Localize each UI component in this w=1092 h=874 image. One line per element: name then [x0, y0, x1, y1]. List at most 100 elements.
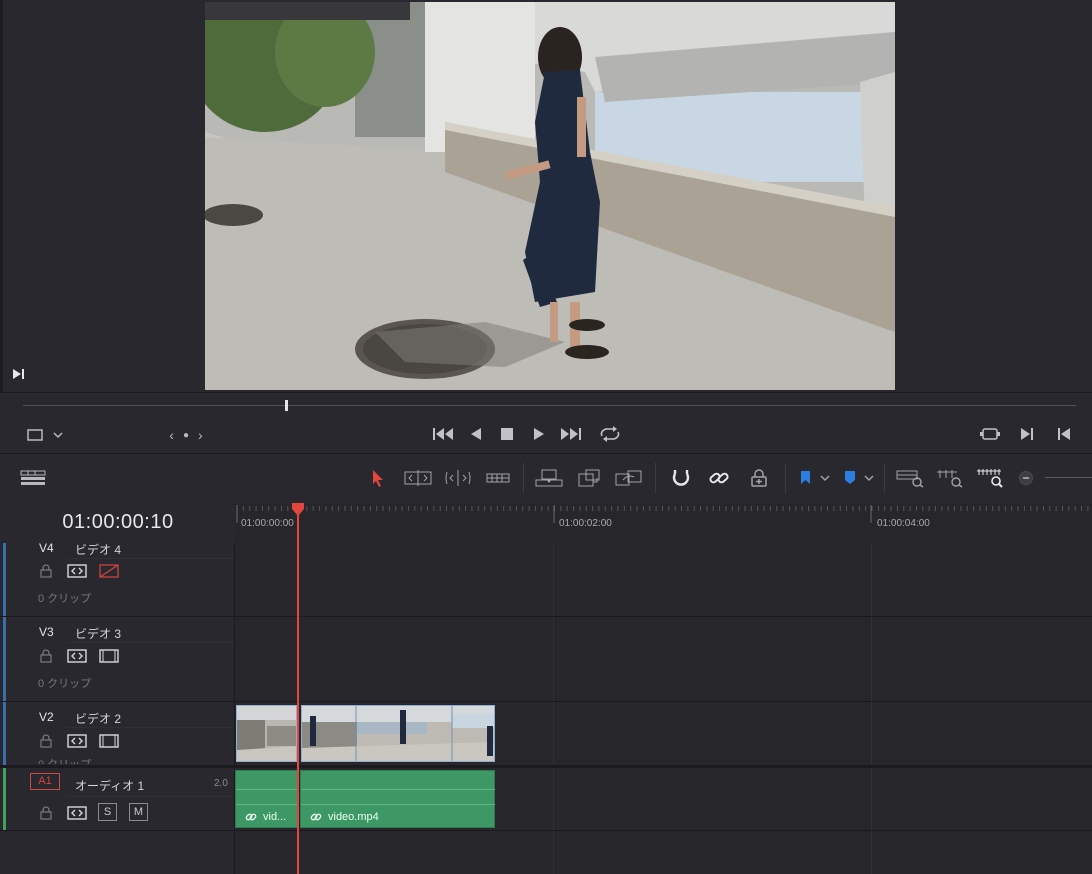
track-id: V4	[39, 541, 54, 555]
match-frame-button[interactable]	[979, 425, 1001, 443]
zoom-full-icon	[896, 470, 924, 488]
timeline-ruler[interactable]	[235, 503, 1092, 544]
audio-waveform-line	[236, 804, 298, 805]
overwrite-clip-button[interactable]	[575, 465, 603, 491]
trim-tool-button[interactable]	[402, 465, 434, 491]
loop-icon	[600, 426, 620, 442]
solo-button[interactable]: S	[98, 803, 117, 821]
audio-clip[interactable]: video.mp4	[300, 770, 495, 828]
zoom-custom-button[interactable]	[974, 465, 1006, 491]
header-row-separator	[66, 727, 234, 728]
audio-clip-label: video.mp4	[310, 811, 379, 823]
playhead-handle[interactable]	[291, 503, 305, 517]
skip-forward-icon	[561, 428, 581, 440]
go-to-end-button[interactable]	[560, 425, 582, 443]
lock-icon[interactable]	[38, 564, 54, 578]
track-id: V2	[39, 710, 54, 724]
track-color-bar	[3, 617, 6, 701]
linked-selection-button[interactable]	[706, 465, 732, 491]
dynamic-trim-icon	[445, 470, 471, 486]
timeline-view-options-button[interactable]	[18, 465, 48, 491]
selection-tool-button[interactable]	[366, 465, 390, 491]
clip-thumbnail	[237, 706, 296, 761]
lock-icon[interactable]	[38, 649, 54, 663]
link-icon	[709, 472, 729, 484]
replace-clip-icon	[615, 470, 642, 486]
zoom-detail-button[interactable]	[934, 465, 966, 491]
track-name[interactable]: ビデオ 2	[75, 710, 121, 727]
trim-icon	[404, 470, 432, 486]
lock-icon[interactable]	[38, 806, 54, 820]
go-to-start-button[interactable]	[432, 425, 454, 443]
next-edit-icon	[1021, 428, 1033, 440]
auto-select-icon[interactable]	[67, 564, 87, 578]
lock-icon[interactable]	[38, 734, 54, 748]
timeline-view-icon	[20, 470, 46, 485]
play-button[interactable]	[530, 425, 548, 443]
audio-clip[interactable]: vid...	[235, 770, 298, 828]
track-name[interactable]: ビデオ 3	[75, 625, 121, 642]
audio-track-id[interactable]: A1	[30, 773, 60, 790]
auto-select-icon[interactable]	[67, 806, 87, 820]
grid-line	[553, 543, 554, 874]
blade-tool-button[interactable]	[482, 465, 514, 491]
position-lock-button[interactable]	[746, 465, 772, 491]
toolbar-separator	[785, 463, 786, 493]
go-to-end-icon[interactable]	[11, 366, 27, 382]
jog-control[interactable]: ‹ ● ›	[160, 425, 212, 445]
flag-dropdown[interactable]	[796, 465, 832, 491]
jog-right-icon[interactable]: ›	[198, 427, 203, 443]
audio-waveform-line	[301, 789, 495, 790]
track-separator	[0, 830, 1092, 831]
mute-button[interactable]: M	[129, 803, 148, 821]
video-clip[interactable]	[236, 705, 297, 762]
auto-select-icon[interactable]	[67, 734, 87, 748]
toolbar-separator	[884, 463, 885, 493]
video-clip[interactable]	[301, 705, 495, 762]
skip-back-icon	[433, 428, 453, 440]
viewer-zoom-dropdown[interactable]	[26, 426, 68, 444]
auto-select-icon[interactable]	[67, 649, 87, 663]
playhead-line[interactable]	[297, 505, 299, 874]
jog-left-icon[interactable]: ‹	[169, 427, 174, 443]
video-frame[interactable]	[205, 2, 895, 390]
track-id: V3	[39, 625, 54, 639]
scrub-track[interactable]	[23, 405, 1076, 406]
replace-clip-button[interactable]	[613, 465, 645, 491]
track-name[interactable]: オーディオ 1	[75, 777, 144, 794]
lock-icon	[751, 469, 767, 487]
zoom-full-button[interactable]	[894, 465, 926, 491]
track-color-bar	[3, 543, 6, 616]
track-disabled-icon[interactable]	[99, 564, 119, 578]
clip-count: 0 クリップ	[38, 678, 92, 690]
viewer-border	[0, 0, 3, 392]
track-color-bar	[3, 768, 6, 830]
marker-icon	[845, 471, 874, 484]
insert-clip-button[interactable]	[533, 465, 565, 491]
previous-edit-button[interactable]	[1055, 425, 1073, 443]
scrub-handle[interactable]	[285, 400, 288, 411]
audio-clip-name: video.mp4	[328, 811, 379, 823]
clip-count: 0 クリップ	[38, 593, 92, 605]
stop-icon	[501, 428, 513, 440]
track-enable-icon[interactable]	[99, 649, 119, 663]
marker-dropdown[interactable]	[840, 465, 876, 491]
timeline-timecode[interactable]: 01:00:00:10	[0, 511, 236, 534]
play-reverse-button[interactable]	[467, 425, 485, 443]
dynamic-trim-button[interactable]	[442, 465, 474, 491]
zoom-out-button[interactable]	[1015, 465, 1037, 491]
track-name[interactable]: ビデオ 4	[75, 541, 121, 558]
header-row-separator	[66, 558, 234, 559]
loop-button[interactable]	[598, 424, 622, 444]
stop-button[interactable]	[498, 425, 516, 443]
track-separator	[0, 701, 1092, 702]
next-edit-button[interactable]	[1018, 425, 1036, 443]
track-enable-icon[interactable]	[99, 734, 119, 748]
zoom-minus-icon	[1019, 471, 1033, 485]
jog-dot-icon[interactable]: ●	[183, 430, 189, 441]
snapping-button[interactable]	[668, 465, 694, 491]
grid-line	[871, 543, 872, 874]
zoom-slider[interactable]	[1045, 477, 1092, 478]
blade-icon	[486, 473, 510, 483]
audio-clip-label: vid...	[245, 811, 286, 823]
